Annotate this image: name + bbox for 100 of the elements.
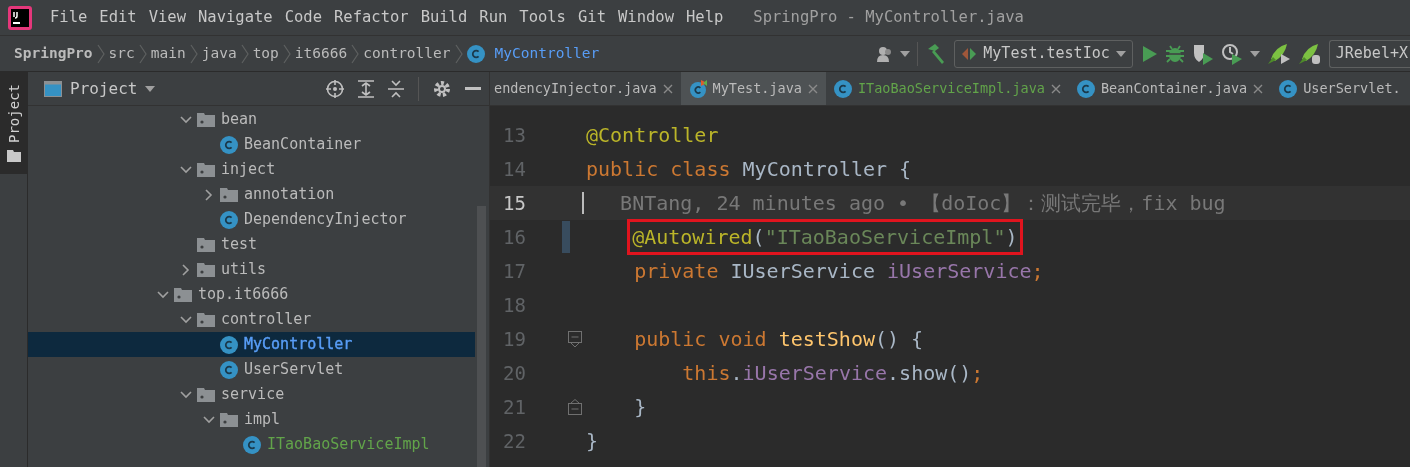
editor-tab[interactable]: endencyInjector.java xyxy=(490,72,681,105)
minimize-icon[interactable] xyxy=(465,86,481,91)
project-view-dropdown[interactable]: Project xyxy=(44,76,156,101)
tree-item[interactable]: test xyxy=(28,232,475,257)
menu-item[interactable]: File xyxy=(44,5,94,30)
settings-icon[interactable] xyxy=(433,79,451,98)
breadcrumb-item[interactable]: SpringPro xyxy=(14,42,93,65)
menu-item[interactable]: Git xyxy=(571,5,612,30)
close-icon[interactable] xyxy=(1253,83,1264,94)
chevron-icon[interactable] xyxy=(180,115,192,124)
breadcrumb-item[interactable]: top xyxy=(252,42,279,65)
run-configuration-dropdown[interactable]: MyTest.testIoc xyxy=(954,39,1133,68)
rocket-bug-icon[interactable] xyxy=(1297,42,1322,65)
chevron-icon[interactable] xyxy=(180,390,192,399)
code-line: private IUserService iUserService; xyxy=(633,258,1045,285)
change-marker[interactable] xyxy=(562,221,570,253)
menu-item[interactable]: Edit xyxy=(93,5,143,30)
breadcrumb-item[interactable]: it6666 xyxy=(294,42,348,65)
jrebel-configuration-dropdown[interactable]: JRebel+X xyxy=(1328,39,1410,68)
tree-item[interactable]: BeanContainer xyxy=(28,132,475,157)
menu-item[interactable]: View xyxy=(142,5,192,30)
breadcrumb-item[interactable]: main xyxy=(150,42,186,65)
collapse-all-icon[interactable] xyxy=(388,79,404,98)
folder-icon xyxy=(174,287,192,302)
code-brackets-icon xyxy=(961,45,978,62)
menu-item[interactable]: Refactor xyxy=(327,5,415,30)
breadcrumb-item[interactable]: java xyxy=(201,42,237,65)
class-icon xyxy=(220,210,238,229)
class-icon xyxy=(220,360,238,379)
chevron-icon[interactable] xyxy=(182,263,190,276)
person-icon[interactable] xyxy=(877,45,894,62)
fold-icon[interactable] xyxy=(568,330,582,348)
close-icon[interactable] xyxy=(662,83,673,94)
bug-icon[interactable] xyxy=(1164,43,1185,64)
class-icon xyxy=(220,335,238,354)
tool-window-tab[interactable]: Project xyxy=(0,72,28,174)
tree-item[interactable]: impl xyxy=(28,407,475,432)
class-icon xyxy=(466,44,485,63)
line-number: 21 xyxy=(502,394,526,420)
folder-icon xyxy=(197,262,215,277)
folder-icon xyxy=(7,149,21,162)
breadcrumb-item[interactable]: MyController xyxy=(466,42,600,65)
tree-item[interactable]: MyController xyxy=(28,332,475,357)
menu-item[interactable]: Help xyxy=(679,5,730,30)
menu-item[interactable]: Window xyxy=(611,5,680,30)
folder-icon xyxy=(220,187,238,202)
editor-tab[interactable]: UserServlet. xyxy=(1271,72,1409,105)
caret-icon xyxy=(900,50,911,57)
line-number: 19 xyxy=(502,326,526,352)
editor-tab[interactable]: MyTest.java xyxy=(680,72,826,105)
blame-annotation: BNTang, 24 minutes ago • 【doIoc】：测试完毕，fix bug xyxy=(620,190,1226,217)
class-icon xyxy=(243,435,261,454)
tree-item[interactable]: UserServlet xyxy=(28,357,475,382)
close-icon[interactable] xyxy=(1050,83,1061,94)
tree-item[interactable]: top.it6666 xyxy=(28,282,475,307)
tree-item[interactable]: DependencyInjector xyxy=(28,207,475,232)
close-icon[interactable] xyxy=(807,83,818,94)
chevron-icon[interactable] xyxy=(205,188,213,201)
menu-item[interactable]: Tools xyxy=(513,5,572,30)
breadcrumb-item[interactable]: controller xyxy=(363,42,451,65)
line-number: 22 xyxy=(502,428,526,454)
chevron-icon[interactable] xyxy=(157,290,169,299)
breadcrumb-separator-icon xyxy=(138,43,147,64)
caret-icon xyxy=(1249,50,1260,57)
shield-run-icon[interactable] xyxy=(1191,42,1214,65)
tree-item[interactable]: ITaoBaoServiceImpl xyxy=(28,432,475,457)
folder-icon xyxy=(197,237,215,252)
tree-item[interactable]: controller xyxy=(28,307,475,332)
caret-icon xyxy=(1115,50,1126,57)
menu-item[interactable]: Code xyxy=(278,5,328,30)
expand-all-icon[interactable] xyxy=(358,79,374,98)
tree-item[interactable]: utils xyxy=(28,257,475,282)
class-icon xyxy=(833,79,852,98)
folder-icon xyxy=(197,112,215,127)
editor-tab[interactable]: BeanContainer.java xyxy=(1068,72,1272,105)
line-number: 15 xyxy=(502,190,526,216)
class-icon xyxy=(220,135,238,154)
breadcrumb-item[interactable]: src xyxy=(108,42,135,65)
line-number: 16 xyxy=(502,224,526,250)
menu-item[interactable]: Navigate xyxy=(192,5,279,30)
rocket-run-icon[interactable] xyxy=(1266,42,1291,65)
app-logo-icon xyxy=(8,5,32,30)
tree-item[interactable]: bean xyxy=(28,107,475,132)
code-line: this.iUserService.show(); xyxy=(681,360,985,387)
tree-item[interactable]: inject xyxy=(28,157,475,182)
fold-icon[interactable] xyxy=(568,398,582,416)
chevron-icon[interactable] xyxy=(180,165,192,174)
caret-icon xyxy=(145,85,156,92)
chevron-icon[interactable] xyxy=(180,315,192,324)
menu-item[interactable]: Build xyxy=(414,5,474,30)
tree-item[interactable]: annotation xyxy=(28,182,475,207)
code-line: } xyxy=(633,394,648,421)
locate-icon[interactable] xyxy=(326,79,344,98)
line-number: 18 xyxy=(502,292,526,318)
tree-item[interactable]: service xyxy=(28,382,475,407)
editor-tab[interactable]: ITaoBaoServiceImpl.java xyxy=(825,72,1069,105)
folder-icon xyxy=(197,162,215,177)
chevron-icon[interactable] xyxy=(203,415,215,424)
menu-item[interactable]: Run xyxy=(473,5,514,30)
clock-run-icon[interactable] xyxy=(1220,42,1243,65)
